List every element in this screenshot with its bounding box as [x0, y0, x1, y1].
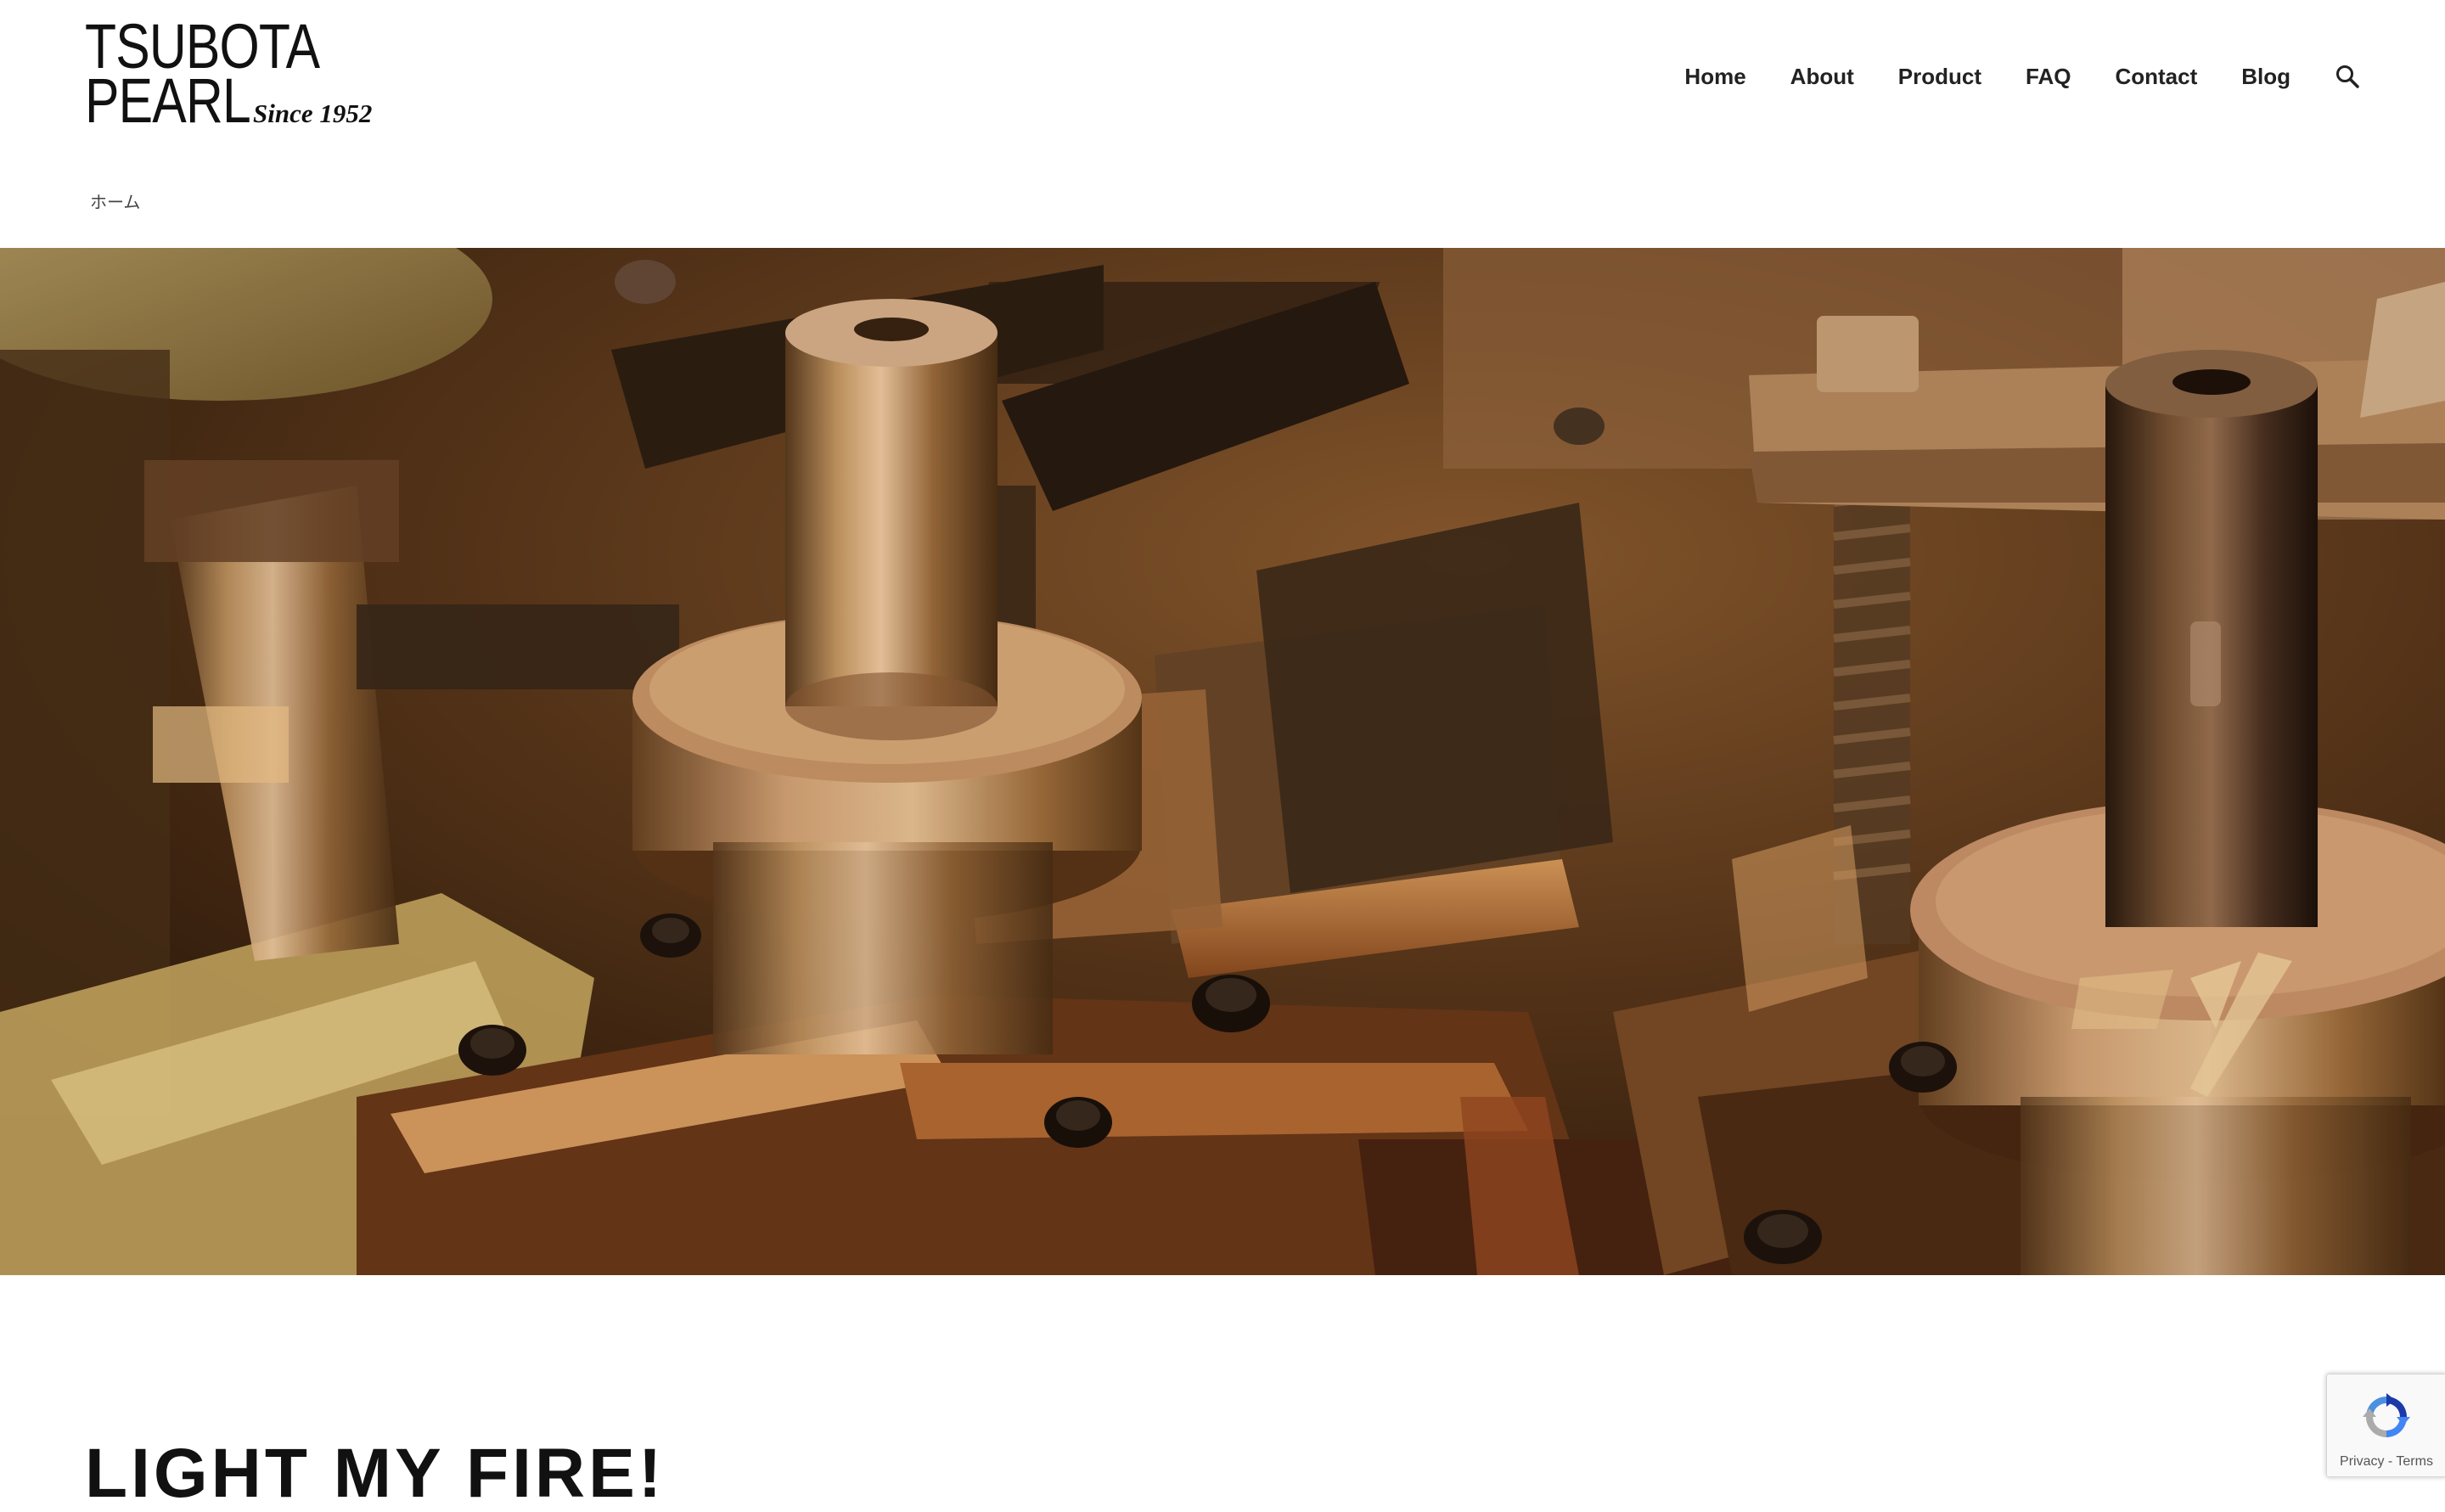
search-icon[interactable]	[2335, 64, 2360, 89]
recaptcha-badge[interactable]: Privacy - Terms	[2326, 1374, 2445, 1477]
nav-item-faq[interactable]: FAQ	[2026, 64, 2071, 90]
recaptcha-icon	[2363, 1393, 2410, 1437]
site-header: TSUBOTA PEARL Since 1952 Home About Prod…	[0, 0, 2445, 153]
nav-item-home[interactable]: Home	[1684, 64, 1745, 90]
site-logo[interactable]: TSUBOTA PEARL Since 1952	[85, 15, 374, 132]
recaptcha-links: Privacy - Terms	[2327, 1454, 2445, 1470]
nav-item-contact[interactable]: Contact	[2115, 64, 2197, 90]
breadcrumb-home[interactable]: ホーム	[90, 192, 140, 212]
recaptcha-separator: -	[2384, 1454, 2397, 1469]
logo-line-2: PEARL	[85, 65, 251, 136]
nav-item-product[interactable]: Product	[1898, 64, 1981, 90]
page-title: LIGHT MY FIRE!	[85, 1434, 666, 1512]
recaptcha-privacy-link[interactable]: Privacy	[2340, 1454, 2384, 1469]
main-nav: Home About Product FAQ Contact Blog	[1684, 61, 2360, 92]
logo-since: Since 1952	[253, 98, 373, 128]
recaptcha-terms-link[interactable]: Terms	[2396, 1454, 2433, 1469]
nav-item-about[interactable]: About	[1790, 64, 1854, 90]
hero-image	[0, 248, 2445, 1275]
breadcrumb: ホーム	[90, 188, 140, 213]
nav-item-blog[interactable]: Blog	[2241, 64, 2290, 90]
